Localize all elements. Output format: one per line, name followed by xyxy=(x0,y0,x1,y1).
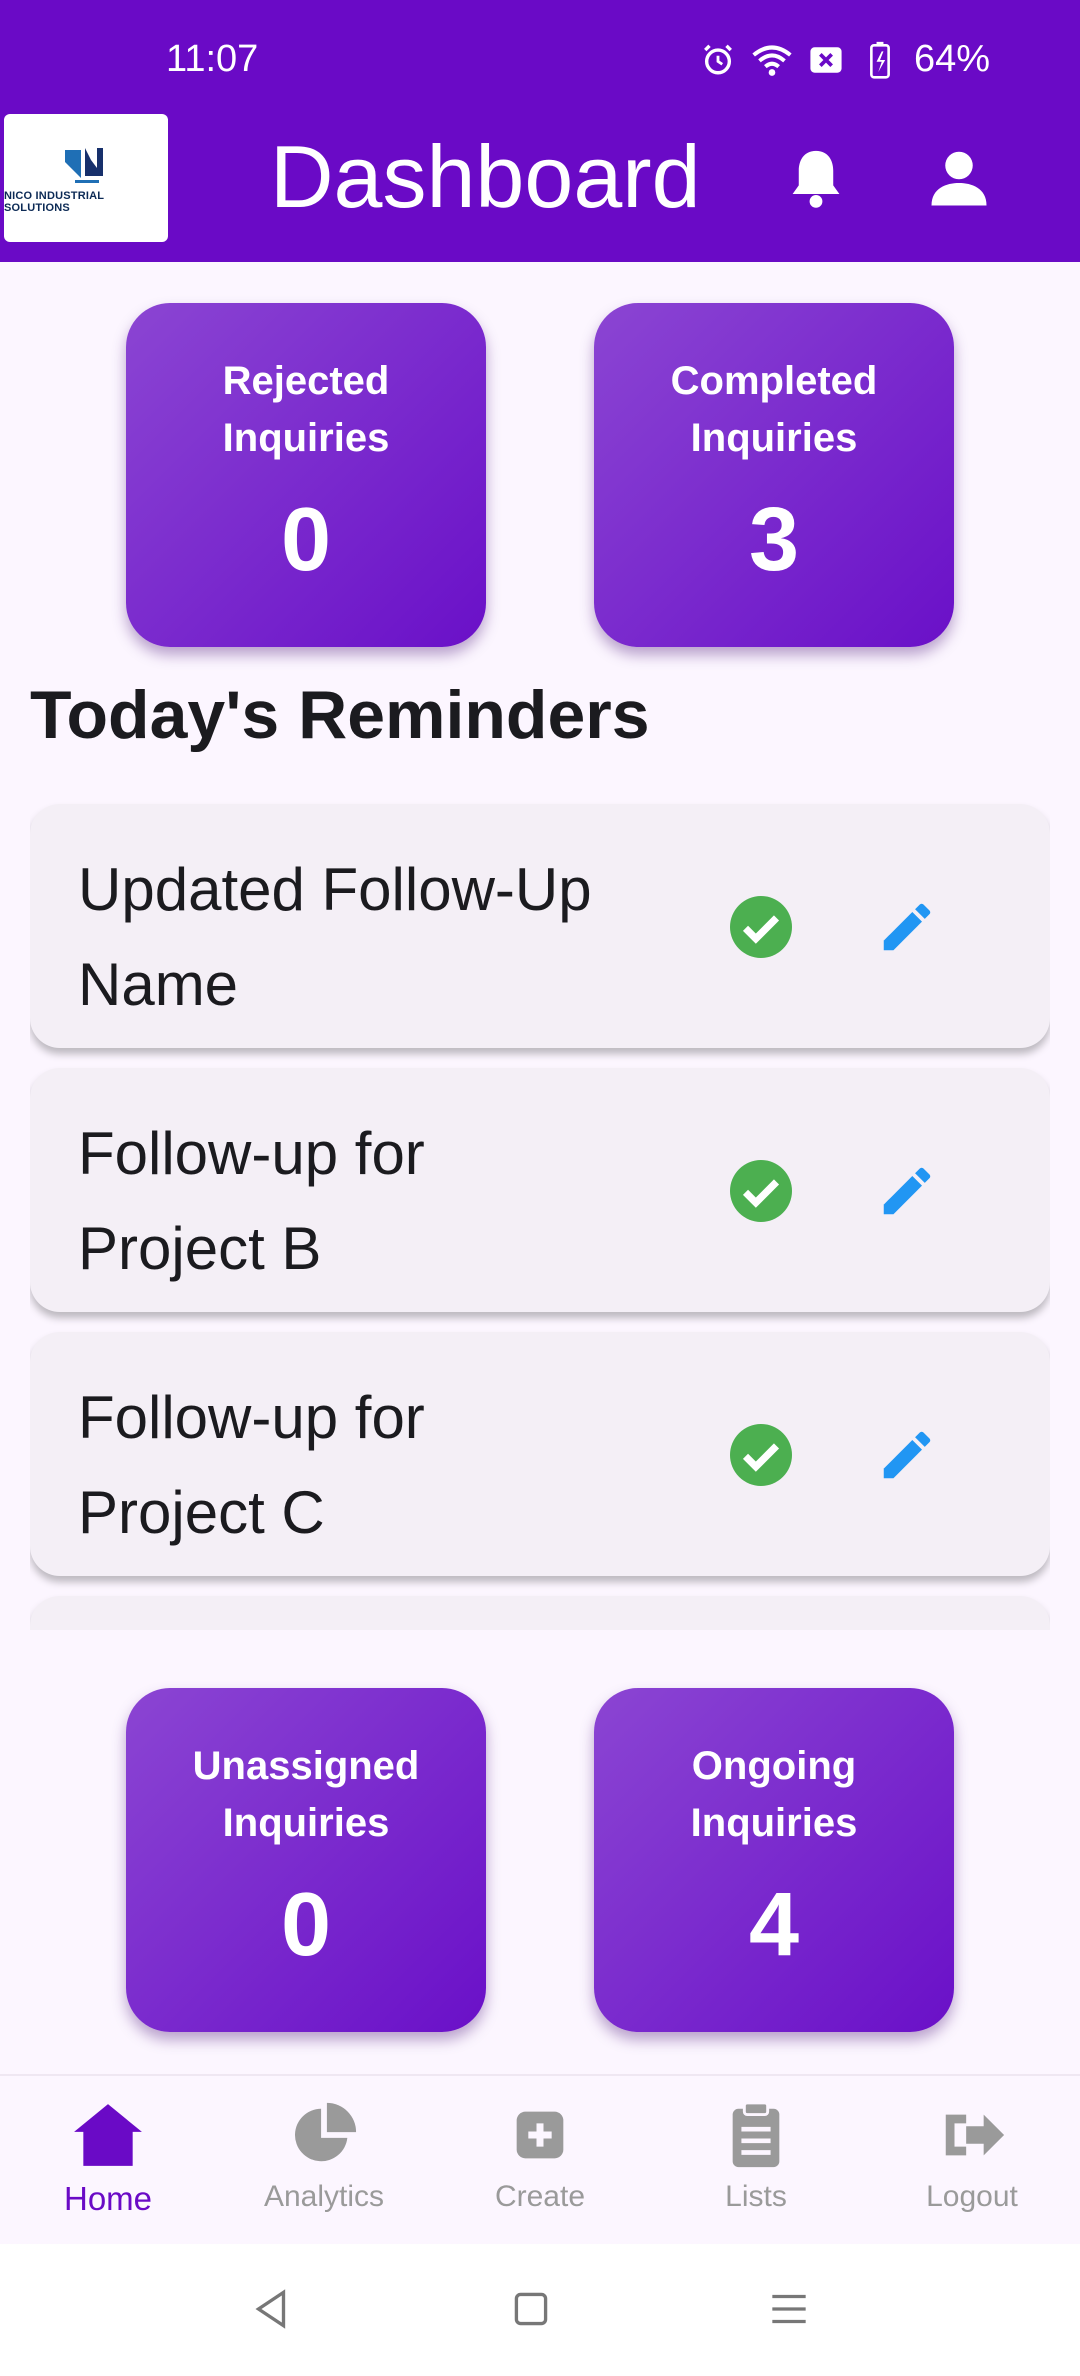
card-value: 0 xyxy=(280,490,332,590)
logo-text: NICO INDUSTRIAL SOLUTIONS xyxy=(4,190,104,214)
check-circle-icon[interactable] xyxy=(730,1424,792,1486)
edit-icon[interactable] xyxy=(876,896,938,958)
nav-label: Lists xyxy=(725,2180,787,2213)
card-label: Completed Inquiries xyxy=(594,353,954,467)
status-time: 11:07 xyxy=(166,38,259,80)
rejected-inquiries-card[interactable]: Rejected Inquiries 0 xyxy=(126,303,486,647)
clipboard-icon xyxy=(732,2101,780,2168)
card-label-text: Ongoing Inquiries xyxy=(690,1744,858,1845)
card-label: Unassigned Inquiries xyxy=(126,1738,486,1852)
nav-lists[interactable]: Lists xyxy=(648,2076,864,2244)
edit-icon[interactable] xyxy=(876,1160,938,1222)
card-label-text: Unassigned Inquiries xyxy=(192,1744,420,1845)
check-circle-icon[interactable] xyxy=(730,1160,792,1222)
reminders-heading: Today's Reminders xyxy=(30,677,650,753)
logo-mark-icon xyxy=(65,148,103,183)
reminder-text: Follow-up for Project C xyxy=(78,1384,425,1546)
system-navigation-bar xyxy=(0,2244,1080,2376)
battery-percent: 64% xyxy=(913,38,990,80)
nav-logout[interactable]: Logout xyxy=(864,2076,1080,2244)
home-icon xyxy=(74,2104,142,2166)
card-label: Ongoing Inquiries xyxy=(594,1738,954,1852)
nav-analytics[interactable]: Analytics xyxy=(216,2076,432,2244)
reminder-item[interactable]: Follow-up for Project C xyxy=(30,1332,1050,1576)
status-icons: 64% xyxy=(698,38,990,81)
nav-label: Create xyxy=(494,2180,586,2213)
card-label-text: Rejected Inquiries xyxy=(222,359,390,460)
back-icon[interactable] xyxy=(246,2284,296,2334)
card-value: 3 xyxy=(748,490,800,590)
battery-charging-icon xyxy=(860,40,900,80)
pie-chart-icon xyxy=(294,2102,357,2162)
person-icon[interactable] xyxy=(928,148,990,208)
nav-label: Home xyxy=(63,2180,153,2217)
reminder-item-partial[interactable] xyxy=(30,1596,1050,1630)
home-square-icon[interactable] xyxy=(506,2284,556,2334)
bottom-navigation: Home Analytics Create Lists Logout xyxy=(0,2074,1080,2244)
card-label-text: Completed Inquiries xyxy=(670,359,878,460)
unassigned-inquiries-card[interactable]: Unassigned Inquiries 0 xyxy=(126,1688,486,2032)
reminder-item[interactable]: Updated Follow-Up Name xyxy=(30,804,1050,1048)
add-box-icon xyxy=(516,2111,564,2159)
card-value: 4 xyxy=(748,1875,800,1975)
bell-icon[interactable] xyxy=(786,146,846,210)
page-title: Dashboard xyxy=(270,127,701,226)
reminder-text: Follow-up for Project B xyxy=(78,1120,425,1282)
reminder-item[interactable]: Follow-up for Project B xyxy=(30,1068,1050,1312)
sim-off-icon xyxy=(806,40,846,80)
ongoing-inquiries-card[interactable]: Ongoing Inquiries 4 xyxy=(594,1688,954,2032)
menu-icon[interactable] xyxy=(764,2284,814,2334)
reminders-list[interactable]: Updated Follow-Up Name Follow-up for Pro… xyxy=(30,800,1050,1630)
card-value: 0 xyxy=(280,1875,332,1975)
check-circle-icon[interactable] xyxy=(730,896,792,958)
reminder-text: Updated Follow-Up Name xyxy=(78,856,592,1018)
wifi-icon xyxy=(752,40,792,80)
company-logo: NICO INDUSTRIAL SOLUTIONS xyxy=(4,114,168,242)
nav-home[interactable]: Home xyxy=(0,2076,216,2244)
alarm-icon xyxy=(698,40,738,80)
completed-inquiries-card[interactable]: Completed Inquiries 3 xyxy=(594,303,954,647)
nav-label: Analytics xyxy=(263,2180,385,2213)
nav-label: Logout xyxy=(926,2180,1018,2213)
edit-icon[interactable] xyxy=(876,1424,938,1486)
nav-create[interactable]: Create xyxy=(432,2076,648,2244)
card-label: Rejected Inquiries xyxy=(126,353,486,467)
app-bar: 11:07 64% NICO INDUSTRIAL SOLUTIONS Dash… xyxy=(0,0,1080,262)
logout-icon xyxy=(945,2114,1005,2156)
